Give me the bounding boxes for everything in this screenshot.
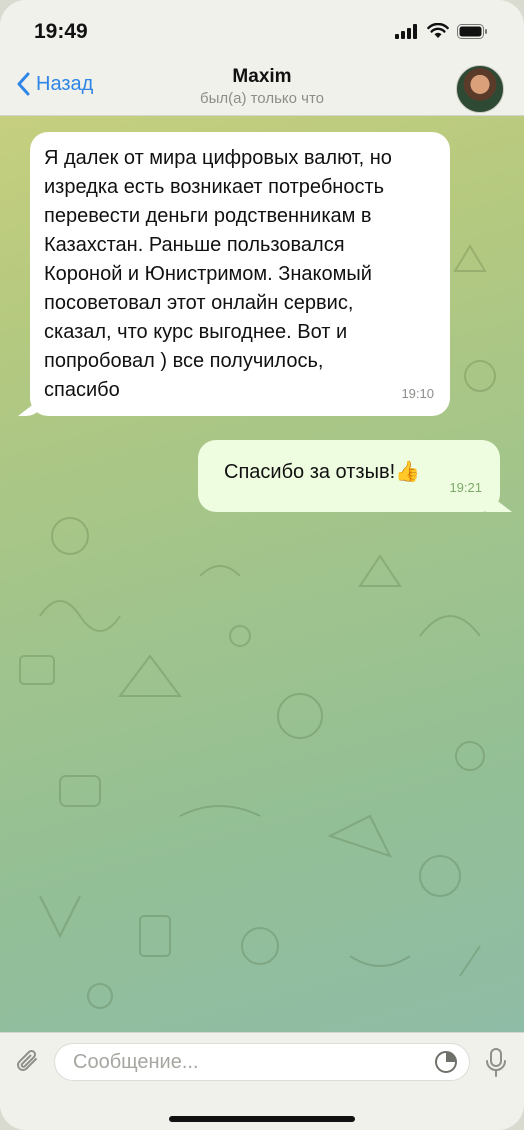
message-line: Я далек от мира цифровых валют, но bbox=[44, 147, 392, 169]
message-line: посоветовал этот онлайн сервис, bbox=[44, 292, 354, 314]
phone-screen: 19:49 Назад Maxim был(а) только что Я да… bbox=[0, 0, 524, 1130]
message-line: перевести деньги родственникам в bbox=[44, 205, 372, 227]
incoming-message[interactable]: Я далек от мира цифровых валют, но изред… bbox=[30, 132, 450, 416]
battery-icon bbox=[457, 23, 487, 39]
message-line: изредка есть возникает потребность bbox=[44, 176, 385, 198]
status-time: 19:49 bbox=[34, 20, 88, 43]
message-line: попробовал ) все получилось, bbox=[44, 350, 324, 372]
chat-area[interactable]: Я далек от мира цифровых валют, но изред… bbox=[0, 116, 524, 1032]
paperclip-icon[interactable] bbox=[14, 1047, 42, 1077]
wifi-icon bbox=[427, 23, 449, 38]
outgoing-message[interactable]: Спасибо за отзыв!👍 19:21 bbox=[198, 440, 500, 512]
contact-info[interactable]: Maxim был(а) только что bbox=[0, 66, 524, 107]
contact-name: Maxim bbox=[232, 66, 292, 87]
message-input[interactable] bbox=[54, 1043, 470, 1081]
status-icons bbox=[395, 23, 488, 39]
microphone-icon[interactable] bbox=[484, 1047, 508, 1079]
status-bar: 19:49 bbox=[0, 0, 524, 60]
message-line: спасибо bbox=[44, 379, 120, 401]
message-text: Спасибо за отзыв!👍 bbox=[224, 461, 421, 483]
message-line: сказал, что курс выгоднее. Вот и bbox=[44, 321, 348, 343]
message-line: Короной и Юнистримом. Знакомый bbox=[44, 263, 372, 285]
message-line: Казахстан. Раньше пользовался bbox=[44, 234, 345, 256]
sticker-icon[interactable] bbox=[434, 1050, 458, 1074]
avatar[interactable] bbox=[456, 65, 504, 113]
signal-icon bbox=[395, 23, 417, 39]
chat-header: Назад Maxim был(а) только что bbox=[0, 60, 524, 116]
last-seen-status: был(а) только что bbox=[199, 90, 324, 107]
message-time: 19:10 bbox=[401, 386, 434, 401]
home-indicator[interactable] bbox=[169, 1116, 355, 1122]
message-time: 19:21 bbox=[449, 480, 482, 495]
